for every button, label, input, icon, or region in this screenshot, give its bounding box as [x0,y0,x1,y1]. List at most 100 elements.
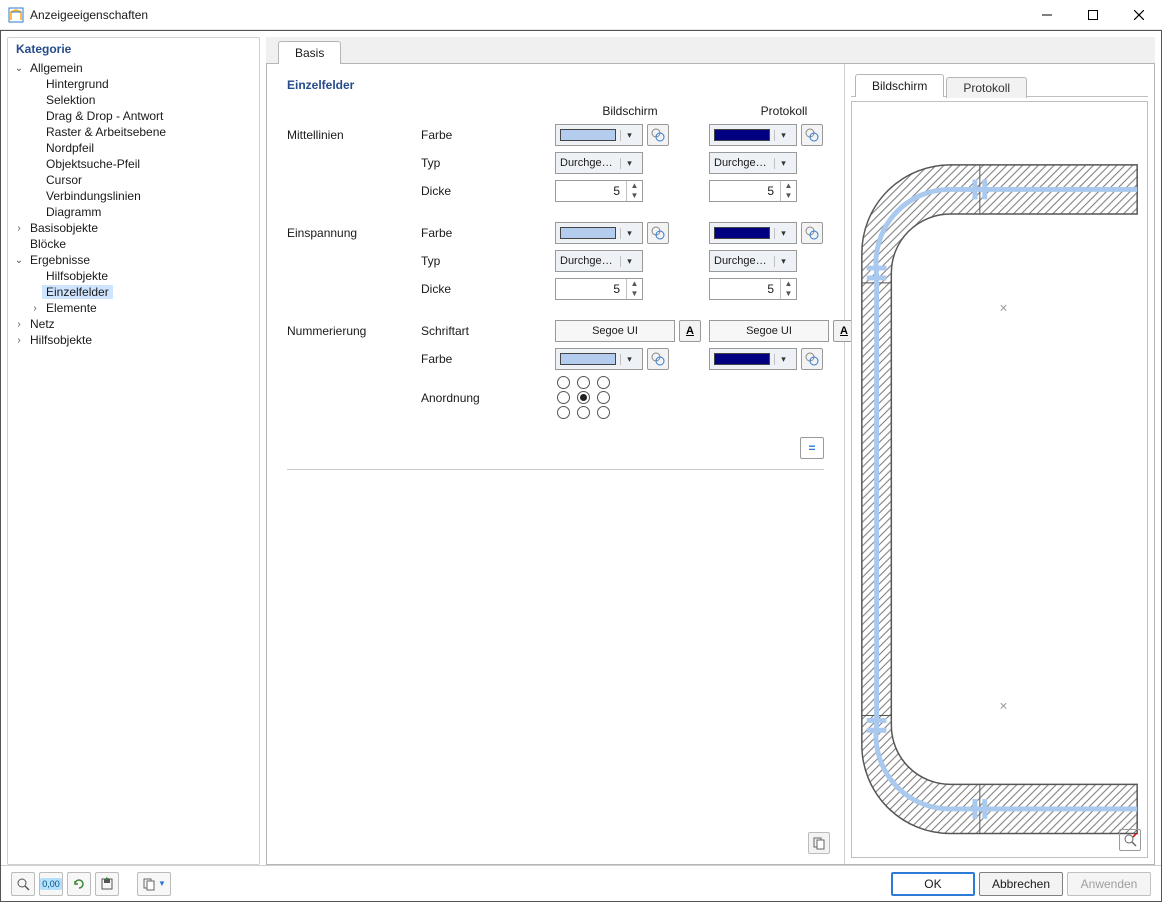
group-mittellinien: Mittellinien [287,124,417,142]
tree-item-erg-hilfsobjekte[interactable]: Hilfsobjekte [26,268,257,284]
anordnung-radio-7[interactable] [577,406,590,419]
minimize-button[interactable] [1024,0,1070,30]
einspannung-typ-proto-combo[interactable]: Durchgezo...▾ [709,250,797,272]
group-nummerierung: Nummerierung [287,320,417,338]
svg-text:×: × [1000,699,1008,714]
color-picker-icon[interactable] [647,348,669,370]
tree-item-elemente[interactable]: ›Elemente [26,300,257,316]
nummerierung-farbe-screen-combo[interactable]: ▾ [555,348,643,370]
chevron-down-icon[interactable]: ⌄ [12,255,26,266]
category-panel: Kategorie ⌄ Allgemein Hintergrund Selekt… [7,37,260,865]
tree-item-hintergrund[interactable]: Hintergrund [26,76,257,92]
einspannung-farbe-proto-combo[interactable]: ▾ [709,222,797,244]
tree-item-verbindungslinien[interactable]: Verbindungslinien [26,188,257,204]
chevron-right-icon[interactable]: › [28,303,42,314]
chevron-right-icon[interactable]: › [12,223,26,234]
titlebar: Anzeigeeigenschaften [0,0,1162,30]
mittellinien-typ-screen-combo[interactable]: Durchgezo...▾ [555,152,643,174]
tree-item-dragdrop[interactable]: Drag & Drop - Antwort [26,108,257,124]
font-picker-icon[interactable]: A [679,320,701,342]
chevron-right-icon[interactable]: › [12,335,26,346]
label-dicke: Dicke [421,282,551,296]
color-picker-icon[interactable] [801,348,823,370]
label-typ: Typ [421,156,551,170]
tab-basis[interactable]: Basis [278,41,341,64]
close-button[interactable] [1116,0,1162,30]
anordnung-radio-2[interactable] [597,376,610,389]
tree-item-objektsuche[interactable]: Objektsuche-Pfeil [26,156,257,172]
ok-button[interactable]: OK [891,872,975,896]
tree-item-basisobjekte[interactable]: ›Basisobjekte [10,220,257,236]
tool-precision-icon[interactable]: 0,00 [39,872,63,896]
anordnung-radio-0[interactable] [557,376,570,389]
tree-item-diagramm[interactable]: Diagramm [26,204,257,220]
anordnung-radio-1[interactable] [577,376,590,389]
tree-item-selektion[interactable]: Selektion [26,92,257,108]
tool-copy-menu-icon[interactable]: ▼ [137,872,171,896]
einspannung-farbe-screen-combo[interactable]: ▾ [555,222,643,244]
mittellinien-farbe-screen-combo[interactable]: ▾ [555,124,643,146]
svg-text:×: × [1000,300,1008,315]
category-heading: Kategorie [8,38,259,60]
anordnung-radio-6[interactable] [557,406,570,419]
copy-settings-icon[interactable] [808,832,830,854]
preview-canvas[interactable]: × × [851,101,1148,858]
color-picker-icon[interactable] [801,124,823,146]
nummerierung-font-proto[interactable]: Segoe UI [709,320,829,342]
apply-button[interactable]: Anwenden [1067,872,1151,896]
column-header-protokoll: Protokoll [709,104,859,118]
section-title: Einzelfelder [287,78,824,92]
nummerierung-font-screen[interactable]: Segoe UI [555,320,675,342]
einspannung-dicke-screen-spin[interactable]: 5▲▼ [555,278,643,300]
tree-item-nordpfeil[interactable]: Nordpfeil [26,140,257,156]
equalize-button[interactable]: = [800,437,824,459]
preview-tab-protokoll[interactable]: Protokoll [946,77,1027,98]
settings-grid: Bildschirm Protokoll Mittellinien Farbe … [287,104,824,419]
tree-item-allgemein[interactable]: ⌄ Allgemein [10,60,257,76]
label-schriftart: Schriftart [421,324,551,338]
tool-search-icon[interactable] [11,872,35,896]
column-header-bildschirm: Bildschirm [555,104,705,118]
nummerierung-farbe-proto-combo[interactable]: ▾ [709,348,797,370]
group-einspannung: Einspannung [287,222,417,240]
cancel-button[interactable]: Abbrechen [979,872,1063,896]
settings-panel: Basis Einzelfelder Bildschirm Protokoll … [266,37,1155,865]
mittellinien-dicke-screen-spin[interactable]: 5▲▼ [555,180,643,202]
anordnung-radio-4[interactable] [577,391,590,404]
maximize-button[interactable] [1070,0,1116,30]
mittellinien-dicke-proto-spin[interactable]: 5▲▼ [709,180,797,202]
label-typ: Typ [421,254,551,268]
color-picker-icon[interactable] [801,222,823,244]
reset-view-icon[interactable] [1119,829,1141,851]
tool-save-icon[interactable] [95,872,119,896]
app-icon [8,7,24,23]
tab-strip-main: Basis [266,37,1155,64]
tree-item-cursor[interactable]: Cursor [26,172,257,188]
color-picker-icon[interactable] [647,124,669,146]
tree-item-hilfsobjekte[interactable]: ›Hilfsobjekte [10,332,257,348]
dialog-frame: Kategorie ⌄ Allgemein Hintergrund Selekt… [0,30,1162,902]
chevron-down-icon[interactable]: ⌄ [12,63,26,74]
mittellinien-farbe-proto-combo[interactable]: ▾ [709,124,797,146]
tree-item-netz[interactable]: ›Netz [10,316,257,332]
tree-item-bloecke[interactable]: Blöcke [10,236,257,252]
anordnung-radio-5[interactable] [597,391,610,404]
mittellinien-typ-proto-combo[interactable]: Durchgezo...▾ [709,152,797,174]
anordnung-radio-8[interactable] [597,406,610,419]
chevron-right-icon[interactable]: › [12,319,26,330]
label-farbe: Farbe [421,128,551,142]
einspannung-dicke-proto-spin[interactable]: 5▲▼ [709,278,797,300]
tree-item-raster[interactable]: Raster & Arbeitsebene [26,124,257,140]
label-dicke: Dicke [421,184,551,198]
tree-item-einzelfelder[interactable]: Einzelfelder [26,284,257,300]
color-picker-icon[interactable] [647,222,669,244]
einspannung-typ-screen-combo[interactable]: Durchgezo...▾ [555,250,643,272]
tree-item-ergebnisse[interactable]: ⌄ Ergebnisse [10,252,257,268]
preview-tab-bildschirm[interactable]: Bildschirm [855,74,944,97]
anordnung-radio-3[interactable] [557,391,570,404]
preview-area: Bildschirm Protokoll [844,64,1154,864]
anordnung-radio-grid [555,376,859,419]
tool-refresh-icon[interactable] [67,872,91,896]
bottom-bar: 0,00 ▼ OK Abbrechen Anwenden [1,865,1161,901]
category-tree[interactable]: ⌄ Allgemein Hintergrund Selektion Drag &… [8,60,259,864]
